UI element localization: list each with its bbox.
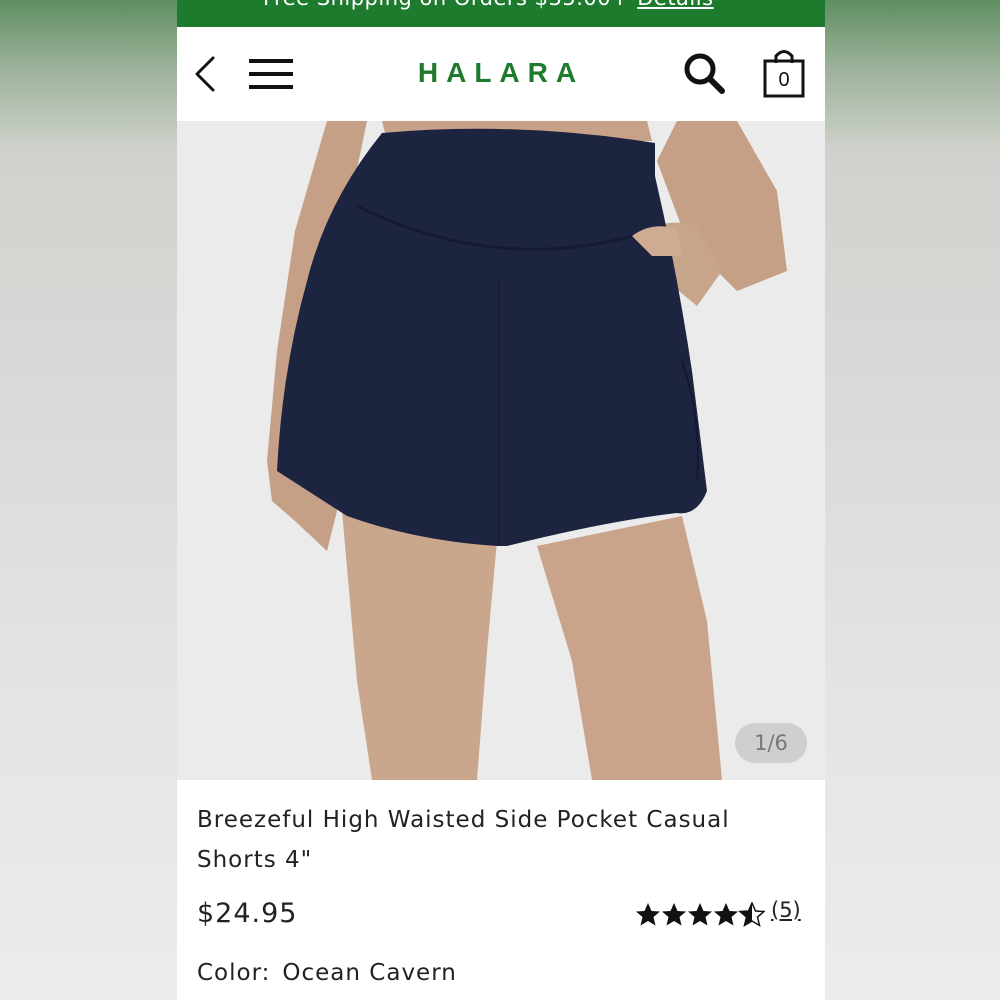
background-left: [0, 0, 177, 1000]
product-price: $24.95: [197, 898, 298, 929]
promo-details-link[interactable]: Details: [637, 0, 713, 10]
color-value: Ocean Cavern: [282, 960, 457, 986]
product-photo: [267, 121, 787, 780]
star-icon: [688, 903, 712, 926]
product-title: Breezeful High Waisted Side Pocket Casua…: [197, 807, 730, 873]
search-icon[interactable]: [682, 51, 726, 95]
star-icon: [662, 903, 686, 926]
product-page: Free Shipping on Orders $35.00+ Details H…: [177, 0, 825, 1000]
brand-logo[interactable]: HALARA: [177, 57, 825, 89]
product-image[interactable]: 1/6: [177, 121, 825, 780]
promo-text: Free Shipping on Orders $35.00+: [263, 0, 629, 10]
cart-count: 0: [778, 69, 790, 91]
color-label: Color:: [197, 960, 271, 986]
site-header: HALARA 0: [177, 27, 825, 121]
promo-banner: Free Shipping on Orders $35.00+ Details: [177, 0, 825, 27]
review-count-link[interactable]: (5): [771, 898, 801, 922]
star-icon: [714, 903, 738, 926]
background-right: [825, 0, 1000, 1000]
rating-stars: [636, 902, 765, 927]
color-row: Color: Ocean Cavern: [197, 960, 457, 986]
product-info: Breezeful High Waisted Side Pocket Casua…: [177, 780, 825, 1000]
star-icon: [636, 903, 660, 926]
image-counter: 1/6: [735, 723, 807, 763]
